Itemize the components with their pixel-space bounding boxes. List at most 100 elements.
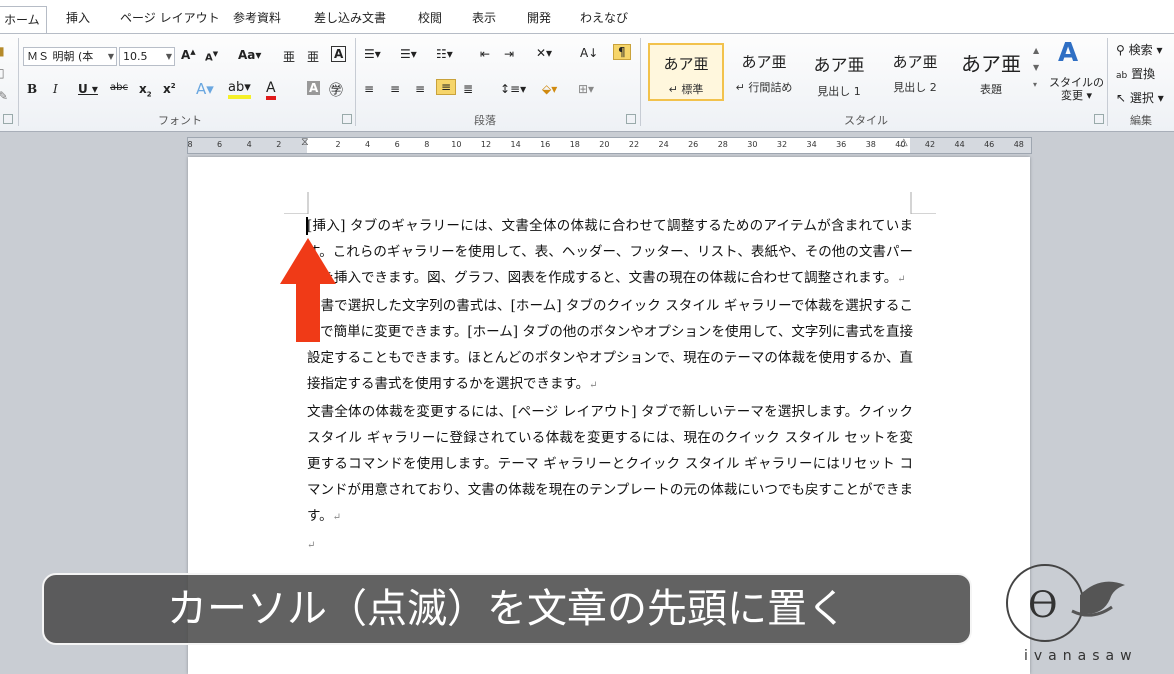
style-sample: あア亜: [892, 53, 938, 71]
align-left-icon[interactable]: ≡: [364, 82, 374, 96]
font-size-combo[interactable]: 10.5 ▼: [119, 47, 175, 66]
numbering-icon[interactable]: ☰▾: [400, 47, 417, 61]
font-group-label: フォント: [158, 114, 202, 127]
replace-button[interactable]: ab 置換: [1116, 65, 1155, 82]
asian-layout-icon[interactable]: ✕▾: [536, 46, 552, 60]
enclose-characters-icon[interactable]: ㊫: [329, 80, 343, 100]
chevron-down-icon: ▼: [107, 52, 114, 61]
tab-insert[interactable]: 挿入: [66, 9, 90, 26]
ruler-tick: 34: [806, 140, 817, 149]
change-styles-icon[interactable]: A: [1058, 38, 1078, 68]
ruler-tick: 42: [924, 140, 936, 149]
ruler-tick: 10: [451, 140, 462, 149]
style-name: 表題: [980, 83, 1002, 96]
style-sample: あア亜: [961, 52, 1021, 76]
style-heading-2[interactable]: あア亜 見出し 2: [877, 43, 953, 101]
superscript-icon[interactable]: x2: [163, 82, 176, 96]
change-styles-button[interactable]: スタイルの 変更 ▾: [1049, 76, 1104, 102]
tab-page-layout[interactable]: ページ レイアウト: [120, 9, 220, 26]
ruler-tick: 46: [984, 140, 995, 149]
show-formatting-marks-icon[interactable]: ¶: [613, 44, 631, 60]
tab-developer[interactable]: 開発: [527, 9, 551, 26]
document-paragraph: 文書全体の体裁を変更するには、[ページ レイアウト] タブで新しいテーマを選択し…: [307, 404, 913, 524]
paragraph-mark-icon: ↵: [307, 540, 316, 551]
grow-font-icon[interactable]: A▲: [181, 48, 196, 62]
ruler-tick: 14: [510, 140, 521, 149]
distribute-icon[interactable]: ≣: [463, 82, 473, 96]
indent-marker-icon[interactable]: ⧖: [301, 135, 309, 149]
right-indent-marker-icon[interactable]: △: [900, 137, 908, 148]
subscript-icon[interactable]: x2: [139, 82, 152, 98]
format-painter-icon[interactable]: ✎: [0, 89, 8, 103]
paragraph-mark-icon: ↵: [332, 512, 342, 523]
tab-mailings[interactable]: 差し込み文書: [314, 9, 386, 26]
font-name-combo[interactable]: ＭＳ 明朝 (本 ▼: [23, 47, 117, 66]
style-title[interactable]: あア亜 表題: [953, 43, 1029, 101]
tab-view[interactable]: 表示: [472, 9, 496, 26]
underline-icon[interactable]: U ▾: [78, 82, 98, 96]
chevron-down-icon: ▼: [165, 52, 172, 61]
red-arrow-icon: [280, 238, 336, 342]
ruler-tick: 4: [365, 140, 371, 149]
justify-icon[interactable]: ≡: [436, 79, 457, 95]
paste-icon[interactable]: ▮: [0, 44, 5, 58]
styles-group-label: スタイル: [844, 114, 888, 127]
ruler-tick: 6: [394, 140, 400, 149]
ruler-tick: 2: [335, 140, 341, 149]
decrease-indent-icon[interactable]: ⇤: [480, 47, 490, 61]
copy-icon[interactable]: ▯: [0, 66, 5, 80]
text-cursor: [306, 217, 308, 235]
bold-icon[interactable]: B: [27, 82, 37, 96]
borders-icon[interactable]: ⊞▾: [578, 82, 594, 96]
shrink-font-icon[interactable]: A▼: [205, 50, 218, 63]
text-effects-icon[interactable]: A▾: [196, 80, 214, 98]
sort-icon[interactable]: A↓: [580, 46, 598, 60]
group-separator: [355, 38, 356, 126]
paragraph-launcher-icon[interactable]: [626, 114, 636, 124]
svg-text:Ө: Ө: [1028, 585, 1058, 626]
shading-icon[interactable]: ⬙▾: [542, 82, 557, 96]
tab-references[interactable]: 参考資料: [233, 9, 281, 26]
crop-mark-top-right: [910, 192, 936, 214]
tab-home[interactable]: ホーム: [0, 6, 47, 34]
ruler-tick: 6: [217, 140, 223, 149]
select-button[interactable]: ↖ 選択 ▾: [1116, 89, 1164, 106]
increase-indent-icon[interactable]: ⇥: [504, 47, 514, 61]
change-case-icon[interactable]: Aa▾: [238, 48, 261, 62]
character-border-icon[interactable]: 亜: [307, 48, 319, 65]
tab-waenavi[interactable]: わえなび: [580, 9, 628, 26]
strikethrough-icon[interactable]: abc: [110, 82, 128, 93]
ruler-tick: 16: [540, 140, 551, 149]
style-sample: あア亜: [741, 53, 787, 71]
highlight-color-icon[interactable]: ab▾: [228, 80, 251, 99]
multilevel-list-icon[interactable]: ☷▾: [436, 47, 453, 61]
italic-icon[interactable]: I: [53, 82, 58, 96]
bullets-icon[interactable]: ☰▾: [364, 47, 381, 61]
character-shading-icon[interactable]: A: [307, 81, 321, 95]
clipboard-launcher-icon[interactable]: [3, 114, 13, 124]
align-right-icon[interactable]: ≡: [415, 82, 425, 96]
style-standard[interactable]: あア亜 ↵ 標準: [648, 43, 724, 101]
styles-scroll-icon[interactable]: ▲ ▼ ▾: [1033, 42, 1039, 93]
enclosed-character-icon[interactable]: A: [331, 46, 347, 62]
ruler-tick: 38: [865, 140, 876, 149]
align-center-icon[interactable]: ≡: [390, 82, 400, 96]
cursor-icon: ↖: [1116, 91, 1127, 105]
style-heading-1[interactable]: あア亜 見出し 1: [801, 43, 877, 101]
find-button[interactable]: ⚲ 検索 ▾: [1116, 41, 1162, 58]
styles-launcher-icon[interactable]: [1094, 114, 1104, 124]
ruler-tick: 24: [658, 140, 669, 149]
horizontal-ruler[interactable]: 8 6 4 2 2 4 6 8 10 12 14 16 18 20 22 24 26 28 30 32 34 36 38 40…: [187, 135, 1032, 154]
phonetic-guide-icon[interactable]: 亜: [283, 48, 295, 65]
font-launcher-icon[interactable]: [342, 114, 352, 124]
style-name: 見出し 1: [817, 85, 861, 98]
document-body[interactable]: [挿入] タブのギャラリーには、文書全体の体裁に合わせて調整するためのアイテムが…: [307, 213, 913, 559]
ruler-tick: 12: [480, 140, 492, 149]
style-no-spacing[interactable]: あア亜 ↵ 行間詰め: [726, 43, 802, 101]
line-spacing-icon[interactable]: ↕≡▾: [500, 82, 526, 96]
ruler-tick: 48: [1013, 140, 1024, 149]
ruler-tick: 26: [688, 140, 699, 149]
tab-review[interactable]: 校閲: [418, 9, 442, 26]
font-color-icon[interactable]: A: [266, 80, 276, 100]
replace-icon: ab: [1116, 71, 1128, 81]
